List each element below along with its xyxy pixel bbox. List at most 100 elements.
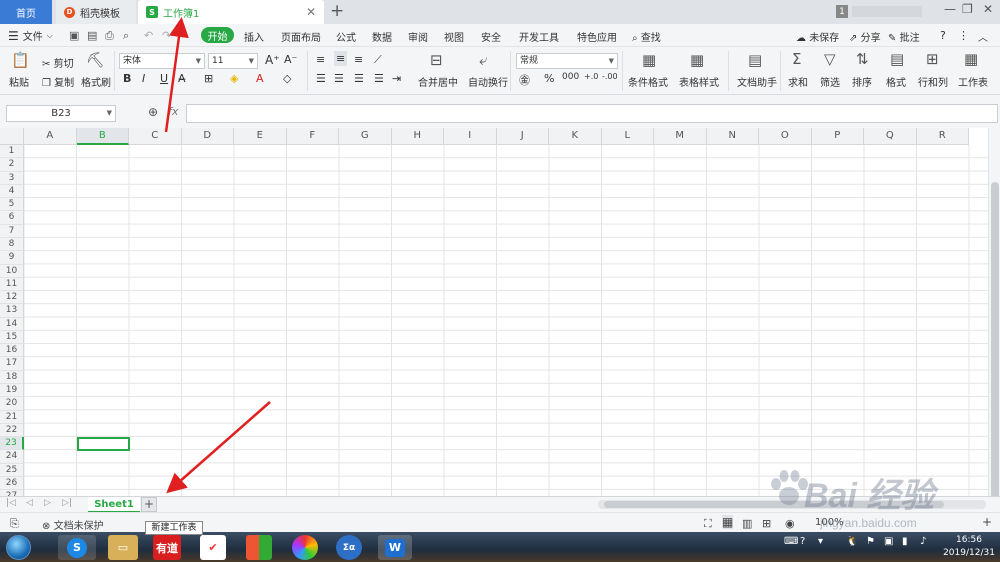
italic-icon[interactable]: I xyxy=(142,72,145,85)
prev-sheet-icon[interactable]: ◁ xyxy=(26,498,33,508)
save-icon[interactable]: ▣ xyxy=(69,29,79,42)
zoom-in-icon[interactable]: ⊕ xyxy=(148,105,158,119)
row-header-10[interactable]: 10 xyxy=(0,264,24,278)
sort-icon[interactable]: ⇅ xyxy=(856,50,869,68)
column-header-h[interactable]: H xyxy=(391,128,444,145)
clear-format-icon[interactable]: ◇ xyxy=(283,72,291,85)
print-preview-icon[interactable]: ⌕ xyxy=(123,29,129,43)
row-header-16[interactable]: 16 xyxy=(0,344,24,358)
tray-qq-icon[interactable]: 🐧 xyxy=(846,536,858,547)
column-header-f[interactable]: F xyxy=(286,128,339,145)
increase-font-icon[interactable]: A⁺ xyxy=(265,53,280,67)
tray-flag-icon[interactable]: ⚑ xyxy=(866,536,875,547)
sort-button[interactable]: 排序 xyxy=(852,74,872,89)
column-header-n[interactable]: N xyxy=(706,128,759,145)
youdao-dict-icon[interactable]: 有道 xyxy=(153,535,181,560)
orientation-icon[interactable]: ⟋ xyxy=(374,53,382,67)
tab-formulas[interactable]: 公式 xyxy=(336,29,356,44)
row-header-13[interactable]: 13 xyxy=(0,304,24,318)
vertical-scroll-thumb[interactable] xyxy=(991,182,999,512)
fullscreen-icon[interactable]: ⛶ xyxy=(704,517,712,531)
collapse-ribbon-icon[interactable]: ︿ xyxy=(978,29,988,44)
align-center-icon[interactable]: ☰ xyxy=(334,72,344,85)
windows-start-icon[interactable] xyxy=(6,535,31,560)
number-format-select[interactable]: 常规 ▼ xyxy=(516,53,618,69)
worksheet-button[interactable]: 工作表 xyxy=(958,74,988,89)
row-header-22[interactable]: 22 xyxy=(0,423,24,438)
row-header-9[interactable]: 9 xyxy=(0,251,24,265)
sogou-browser-icon[interactable]: S xyxy=(58,535,96,560)
format-painter-icon[interactable]: ⛏ xyxy=(86,51,105,69)
doc-assistant-icon[interactable]: ▤ xyxy=(748,51,762,69)
row-header-5[interactable]: 5 xyxy=(0,198,24,212)
bold-icon[interactable]: B xyxy=(123,72,131,85)
save-as-icon[interactable]: ▤ xyxy=(87,29,97,42)
tray-keyboard-icon[interactable]: ⌨ xyxy=(784,536,798,547)
next-sheet-icon[interactable]: ▷ xyxy=(44,498,51,508)
column-header-m[interactable]: M xyxy=(654,128,707,145)
column-header-k[interactable]: K xyxy=(549,128,602,145)
search-button[interactable]: ⌕ 查找 xyxy=(632,29,661,44)
insert-function-button[interactable]: fx xyxy=(168,105,178,118)
protection-status[interactable]: ⊗ 文档未保护 xyxy=(42,517,104,532)
tab-insert[interactable]: 插入 xyxy=(244,29,264,44)
column-header-e[interactable]: E xyxy=(234,128,287,145)
auto-wrap-button[interactable]: 自动换行 xyxy=(468,74,508,89)
share-button[interactable]: ⇗ 分享 xyxy=(849,29,881,44)
row-header-7[interactable]: 7 xyxy=(0,224,24,238)
format-icon[interactable]: ▤ xyxy=(890,50,904,68)
active-cell[interactable] xyxy=(76,437,130,452)
row-header-21[interactable]: 21 xyxy=(0,410,24,424)
auto-wrap-icon[interactable]: ⤶ xyxy=(479,51,487,69)
align-left-icon[interactable]: ☰ xyxy=(316,72,326,85)
minimize-icon[interactable]: — xyxy=(944,2,956,16)
table-style-button[interactable]: 表格样式 xyxy=(679,74,719,89)
tray-help-icon[interactable]: ? xyxy=(800,536,805,547)
tab-daoke-templates[interactable]: D 稻壳模板 xyxy=(56,0,136,24)
rows-cols-button[interactable]: 行和列 xyxy=(918,74,948,89)
normal-view-icon[interactable]: ▦ xyxy=(722,515,734,529)
tray-volume-icon[interactable]: ♪ xyxy=(920,536,926,547)
worksheet-icon[interactable]: ▦ xyxy=(964,50,978,68)
font-name-select[interactable]: 宋体 ▼ xyxy=(119,53,205,69)
column-header-j[interactable]: J xyxy=(496,128,549,145)
row-header-2[interactable]: 2 xyxy=(0,158,24,172)
file-menu[interactable]: ☰ 文件 ⌵ xyxy=(8,28,53,44)
more-icon[interactable]: ⋮ xyxy=(958,29,969,42)
tray-network-icon[interactable]: ▮ xyxy=(902,536,908,547)
vertical-scrollbar[interactable] xyxy=(988,128,1000,512)
font-size-select[interactable]: 11 ▼ xyxy=(208,53,258,69)
row-header-24[interactable]: 24 xyxy=(0,450,24,464)
column-header-r[interactable]: R xyxy=(916,128,969,145)
column-header-q[interactable]: Q xyxy=(864,128,917,145)
column-header-g[interactable]: G xyxy=(339,128,392,145)
help-icon[interactable]: ? xyxy=(940,29,946,42)
table-style-icon[interactable]: ▦ xyxy=(690,51,704,69)
conditional-format-icon[interactable]: ▦ xyxy=(642,51,656,69)
redo-icon[interactable]: ↷ xyxy=(162,29,171,42)
tab-start[interactable]: 开始 xyxy=(201,27,234,43)
office-app-icon[interactable] xyxy=(246,535,272,560)
copy-button[interactable]: ❐ 复制 xyxy=(42,74,74,89)
add-sheet-button[interactable]: + xyxy=(141,497,157,512)
column-header-d[interactable]: D xyxy=(181,128,234,145)
row-header-11[interactable]: 11 xyxy=(0,277,24,292)
print-icon[interactable]: ⎙ xyxy=(105,29,114,43)
sheet-tab-sheet1[interactable]: Sheet1 xyxy=(88,497,140,513)
cell-area[interactable] xyxy=(24,145,988,496)
chrome-like-icon[interactable] xyxy=(292,535,318,560)
fill-color-icon[interactable]: ◈ xyxy=(230,72,238,85)
indent-icon[interactable]: ⇥ xyxy=(392,72,401,85)
thousands-icon[interactable]: 000 xyxy=(562,72,579,82)
home-tab[interactable]: 首页 xyxy=(0,0,52,24)
first-sheet-icon[interactable]: |◁ xyxy=(6,498,16,508)
restore-icon[interactable]: ❐ xyxy=(962,2,973,16)
paste-button[interactable]: 粘贴 xyxy=(9,74,29,89)
format-button[interactable]: 格式 xyxy=(886,74,906,89)
row-header-17[interactable]: 17 xyxy=(0,357,24,371)
decrease-decimal-icon[interactable]: -.00 xyxy=(602,72,618,81)
cut-button[interactable]: ✂ 剪切 xyxy=(42,55,74,70)
column-header-b[interactable]: B xyxy=(76,128,129,145)
column-header-c[interactable]: C xyxy=(129,128,182,145)
unsaved-status[interactable]: ☁ 未保存 xyxy=(796,29,839,44)
